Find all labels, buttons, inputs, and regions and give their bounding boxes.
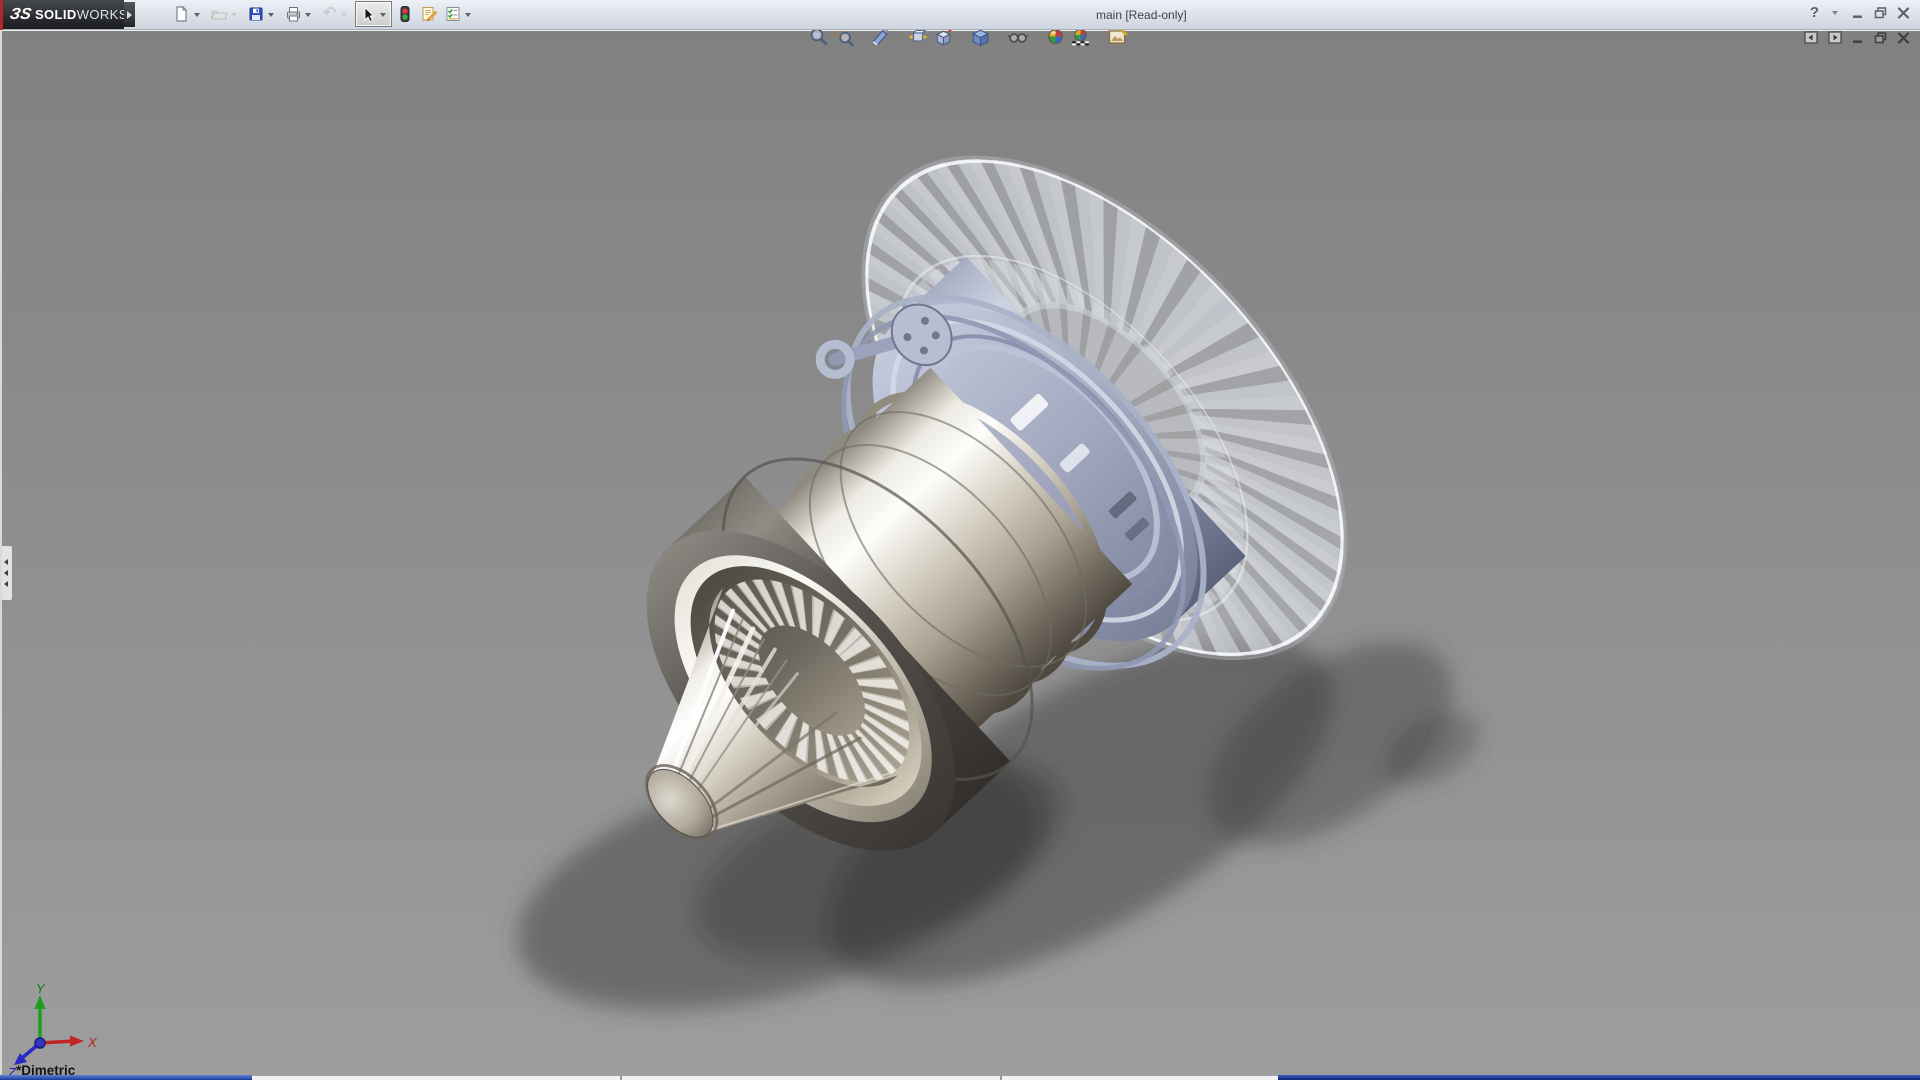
print-dropdown-arrow[interactable] [305,13,311,17]
view-orientation-label: *Dimetric [16,1063,75,1075]
featuremanager-collapse-tab[interactable] [0,545,13,601]
triad-x-label: X [87,1035,98,1050]
solidworks-logo: ЗS SOLIDWORKS [3,0,124,29]
help-icon[interactable]: ? [1810,5,1819,20]
options-button[interactable] [442,1,477,27]
new-dropdown-arrow[interactable] [194,13,200,17]
title-bar: ЗS SOLIDWORKS [0,0,1920,30]
taskbar-segment [252,1075,1278,1080]
undo-button[interactable]: ↶ [319,1,353,27]
options-icon [444,5,462,23]
taskbar-edge [0,1075,1920,1080]
minimize-button[interactable] [1852,7,1864,19]
reference-triad: Y X Z [7,981,98,1075]
select-cursor-icon [357,5,377,24]
save-icon [247,5,265,23]
collapse-arrow-icon [4,581,8,587]
doc-restore-button[interactable] [1874,32,1887,44]
flyout-arrow-icon [127,11,132,19]
triad-y-label: Y [36,981,46,996]
open-button[interactable] [208,1,243,27]
doc-minimize-button[interactable] [1852,32,1864,44]
select-button[interactable] [355,1,392,27]
taskbar-segment [0,1075,252,1080]
menu-flyout-button[interactable] [124,2,135,27]
display-pane-toggle[interactable] [1828,31,1842,44]
doc-close-button[interactable] [1897,32,1910,44]
main-toolbar: ↶ [170,1,478,27]
undo-icon: ↶ [321,6,338,22]
graphics-viewport[interactable]: Y X Z *Dimetric [0,30,1920,1075]
help-dropdown-arrow[interactable] [1832,11,1838,15]
select-dropdown-arrow[interactable] [380,13,386,17]
document-window-controls [1804,31,1910,44]
rebuild-button[interactable] [394,1,416,27]
collapse-arrow-icon [4,570,8,576]
file-properties-button[interactable] [418,1,440,27]
logo-text-bold: SOLID [35,7,77,22]
taskbar-segment [1278,1075,1920,1080]
titlebar-window-controls: ? [1810,5,1910,20]
collapse-arrow-icon [4,559,8,565]
open-folder-icon [210,5,228,23]
print-icon [284,5,302,23]
undo-dropdown-arrow [341,13,347,17]
traffic-light-icon [396,5,414,23]
open-dropdown-arrow [231,13,237,17]
close-button[interactable] [1897,7,1910,19]
solidworks-logo-mark-icon: ЗS [8,6,32,24]
file-properties-icon [420,5,438,23]
logo-text-light: WORKS [77,7,128,22]
new-button[interactable] [171,1,206,27]
print-button[interactable] [282,1,317,27]
document-title: main [Read-only] [1096,8,1187,22]
save-button[interactable] [245,1,280,27]
feature-pane-toggle[interactable] [1804,31,1818,44]
options-dropdown-arrow[interactable] [465,13,471,17]
checker-base-icon [1072,41,1089,45]
new-document-icon [173,5,191,23]
jet-engine-model[interactable]: Y X Z [0,30,1920,1075]
save-dropdown-arrow[interactable] [268,13,274,17]
restore-button[interactable] [1874,7,1887,19]
